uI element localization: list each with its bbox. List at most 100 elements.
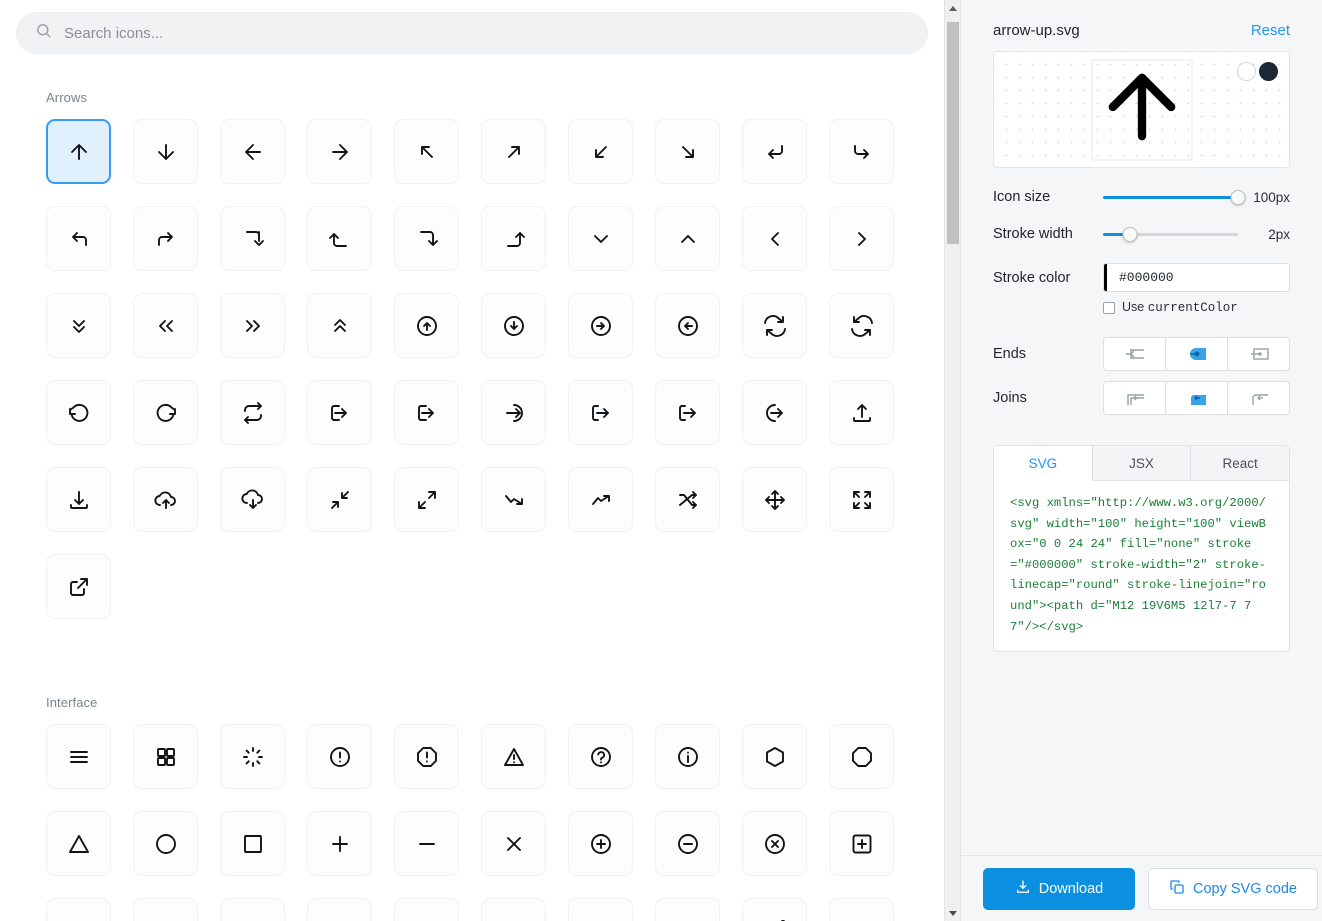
icon-cell-move[interactable] — [742, 467, 807, 532]
icon-cell-arrow-right[interactable] — [307, 119, 372, 184]
icon-cell-repeat[interactable] — [220, 380, 285, 445]
icon-cell-octagon[interactable] — [829, 724, 894, 789]
tab-svg[interactable]: SVG — [994, 446, 1093, 481]
scroll-down-button[interactable] — [945, 905, 960, 921]
icon-cell-chevrons-up[interactable] — [307, 293, 372, 358]
use-current-color-checkbox[interactable] — [1103, 301, 1115, 314]
light-background-swatch[interactable] — [1237, 62, 1256, 81]
stroke-color-hex-input[interactable] — [1107, 264, 1289, 291]
icon-cell-check[interactable] — [394, 898, 459, 921]
icon-cell-corner-down-right[interactable] — [829, 119, 894, 184]
linejoin-miter-button[interactable] — [1103, 381, 1166, 415]
icon-cell-chevron-right[interactable] — [829, 206, 894, 271]
dark-background-swatch[interactable] — [1259, 62, 1278, 81]
icon-cell-chevron-down[interactable] — [568, 206, 633, 271]
stroke-width-slider-thumb[interactable] — [1122, 226, 1138, 242]
icon-cell-triangle[interactable] — [46, 811, 111, 876]
vertical-scrollbar[interactable] — [944, 0, 960, 921]
icon-cell-log-in-2[interactable] — [394, 380, 459, 445]
icon-cell-hexagon[interactable] — [742, 724, 807, 789]
icon-cell-arrow-right-circle[interactable] — [568, 293, 633, 358]
linecap-butt-button[interactable] — [1103, 337, 1166, 371]
icon-cell-arrow-down-left[interactable] — [568, 119, 633, 184]
icon-cell-log-out-2[interactable] — [655, 380, 720, 445]
icon-cell-corner-right-down[interactable] — [220, 206, 285, 271]
icon-cell-arrow-right-bracket[interactable] — [481, 380, 546, 445]
icon-cell-more-horizontal[interactable] — [568, 898, 633, 921]
icon-cell-refresh-cw[interactable] — [829, 293, 894, 358]
icon-cell-download-cloud[interactable] — [220, 467, 285, 532]
copy-svg-code-button[interactable]: Copy SVG code — [1148, 867, 1318, 910]
icon-cell-chevron-up[interactable] — [655, 206, 720, 271]
icon-cell-trending-up[interactable] — [568, 467, 633, 532]
icon-cell-slash[interactable] — [481, 898, 546, 921]
icon-cell-check-circle[interactable] — [220, 898, 285, 921]
icon-cell-minus-circle[interactable] — [655, 811, 720, 876]
search-input[interactable] — [62, 23, 909, 43]
linejoin-round-button[interactable] — [1166, 381, 1228, 415]
icon-cell-download[interactable] — [46, 467, 111, 532]
icon-cell-circle[interactable] — [133, 811, 198, 876]
icon-cell-x-circle[interactable] — [742, 811, 807, 876]
icon-cell-arrow-up-circle[interactable] — [394, 293, 459, 358]
icon-cell-minus-square[interactable] — [46, 898, 111, 921]
stroke-color-field[interactable] — [1103, 263, 1290, 292]
icon-cell-arrow-up-right[interactable] — [481, 119, 546, 184]
icon-cell-square[interactable] — [220, 811, 285, 876]
icon-cell-exit-circle[interactable] — [742, 380, 807, 445]
icon-cell-minus[interactable] — [394, 811, 459, 876]
icon-cell-alert-triangle[interactable] — [481, 724, 546, 789]
icon-cell-arrow-up[interactable] — [46, 119, 111, 184]
icon-cell-arrow-down-circle[interactable] — [481, 293, 546, 358]
icon-cell-expand[interactable] — [829, 467, 894, 532]
icon-cell-more-vertical[interactable] — [655, 898, 720, 921]
icon-cell-chevrons-down[interactable] — [46, 293, 111, 358]
icon-cell-help-circle[interactable] — [568, 724, 633, 789]
icon-cell-minimize-2[interactable] — [307, 467, 372, 532]
icon-cell-upload-cloud[interactable] — [133, 467, 198, 532]
icon-cell-arrow-down-right[interactable] — [655, 119, 720, 184]
icon-cell-corner-right-down-2[interactable] — [394, 206, 459, 271]
icon-cell-corner-left-up[interactable] — [307, 206, 372, 271]
icon-cell-corner-right-up[interactable] — [481, 206, 546, 271]
icon-cell-log-out[interactable] — [568, 380, 633, 445]
icon-cell-chevrons-right[interactable] — [220, 293, 285, 358]
icon-cell-menu[interactable] — [46, 724, 111, 789]
icon-cell-arrow-left[interactable] — [220, 119, 285, 184]
icon-cell-arrow-left-circle[interactable] — [655, 293, 720, 358]
icon-cell-trending-down[interactable] — [481, 467, 546, 532]
icon-cell-x-square[interactable] — [133, 898, 198, 921]
icon-cell-chevron-left[interactable] — [742, 206, 807, 271]
icon-cell-chevrons-left[interactable] — [133, 293, 198, 358]
icon-cell-plus-square[interactable] — [829, 811, 894, 876]
tab-jsx[interactable]: JSX — [1092, 446, 1192, 481]
icon-cell-edit[interactable] — [742, 898, 807, 921]
icon-cell-corner-down-left[interactable] — [742, 119, 807, 184]
icon-cell-plus[interactable] — [307, 811, 372, 876]
icon-cell-refresh-ccw[interactable] — [742, 293, 807, 358]
icon-cell-pencil[interactable] — [829, 898, 894, 921]
icon-cell-upload[interactable] — [829, 380, 894, 445]
linecap-round-button[interactable] — [1166, 337, 1228, 371]
icon-cell-grid[interactable] — [133, 724, 198, 789]
icon-cell-arrow-down[interactable] — [133, 119, 198, 184]
icon-cell-rotate-ccw[interactable] — [46, 380, 111, 445]
icon-cell-maximize-2[interactable] — [394, 467, 459, 532]
linecap-square-button[interactable] — [1228, 337, 1290, 371]
stroke-width-slider[interactable] — [1103, 226, 1238, 242]
icon-cell-loader[interactable] — [220, 724, 285, 789]
search-box[interactable] — [16, 12, 928, 54]
icon-cell-alert-circle[interactable] — [307, 724, 372, 789]
icon-cell-plus-circle[interactable] — [568, 811, 633, 876]
icon-cell-x[interactable] — [481, 811, 546, 876]
icon-cell-info[interactable] — [655, 724, 720, 789]
icon-size-slider-thumb[interactable] — [1230, 189, 1246, 205]
tab-react[interactable]: React — [1191, 446, 1289, 481]
icon-size-slider[interactable] — [1103, 189, 1246, 205]
icon-cell-corner-up-left[interactable] — [46, 206, 111, 271]
icon-cell-corner-up-right[interactable] — [133, 206, 198, 271]
linejoin-bevel-button[interactable] — [1228, 381, 1290, 415]
icon-cell-alert-octagon[interactable] — [394, 724, 459, 789]
icon-cell-external-link[interactable] — [46, 554, 111, 619]
download-button[interactable]: Download — [983, 867, 1135, 910]
